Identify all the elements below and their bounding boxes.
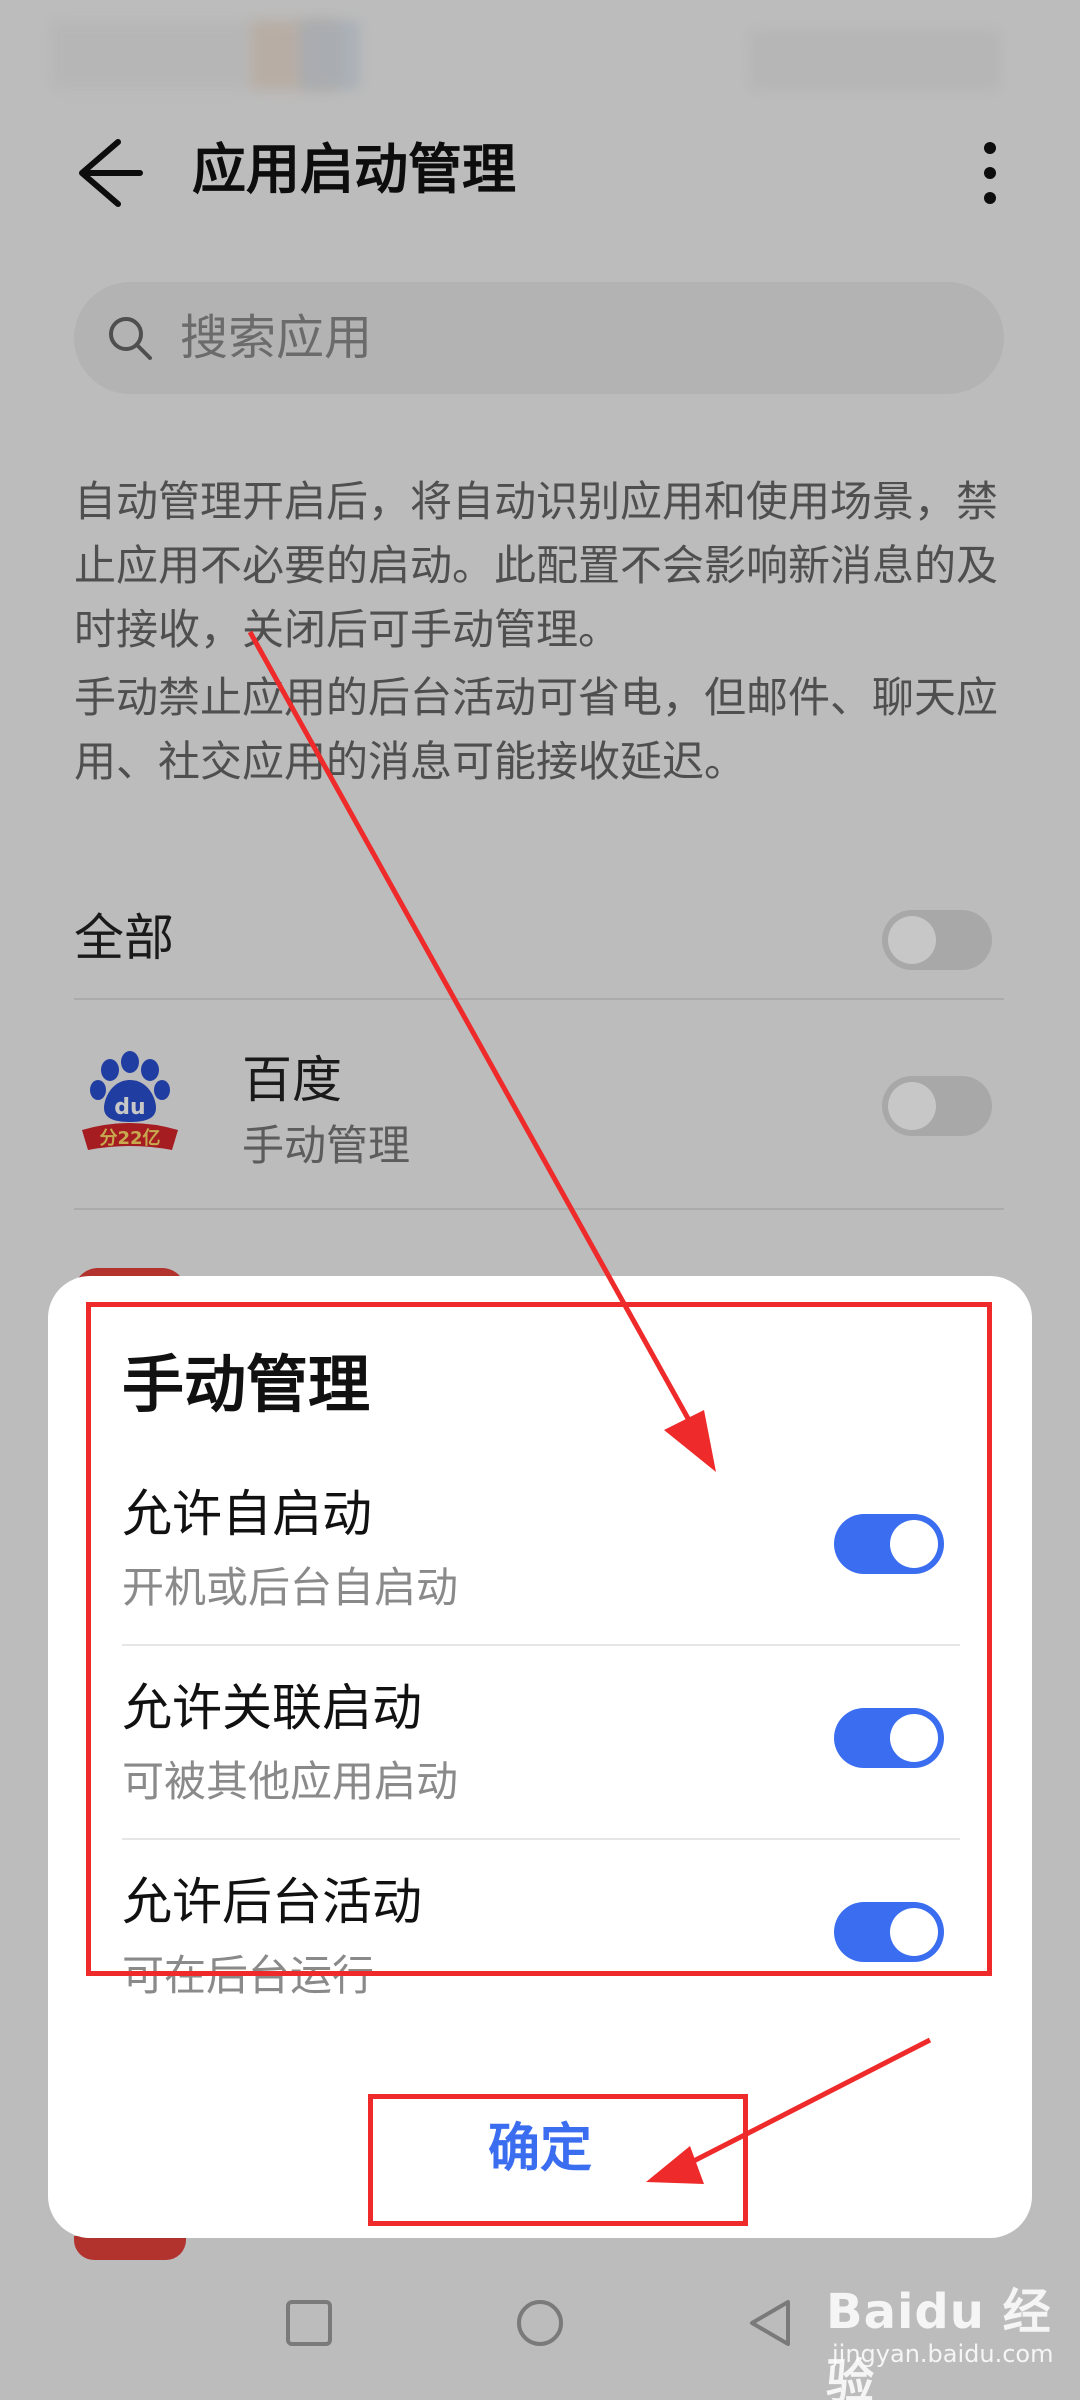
recent-apps-icon[interactable] bbox=[274, 2288, 344, 2358]
annotation-arrows bbox=[247, 630, 932, 2184]
app-launch-management-screen: 应用启动管理 自动管理开启后，将自动识别应用和使用场景，禁止应用不必要的启动。此… bbox=[0, 0, 1080, 2400]
baidu-jingyan-watermark: Baidu 经验 jingyan.baidu.com bbox=[826, 2268, 1066, 2400]
annotation-arrowhead bbox=[664, 1410, 716, 1472]
annotation-arrowhead bbox=[646, 2146, 704, 2184]
watermark-sub: jingyan.baidu.com bbox=[832, 2340, 1054, 2368]
back-triangle-icon[interactable] bbox=[736, 2288, 806, 2358]
home-icon[interactable] bbox=[505, 2288, 575, 2358]
annotation-arrow-line bbox=[678, 2037, 932, 2171]
watermark-main: Baidu 经验 bbox=[826, 2284, 1052, 2400]
annotation-arrow-line bbox=[247, 630, 703, 1442]
